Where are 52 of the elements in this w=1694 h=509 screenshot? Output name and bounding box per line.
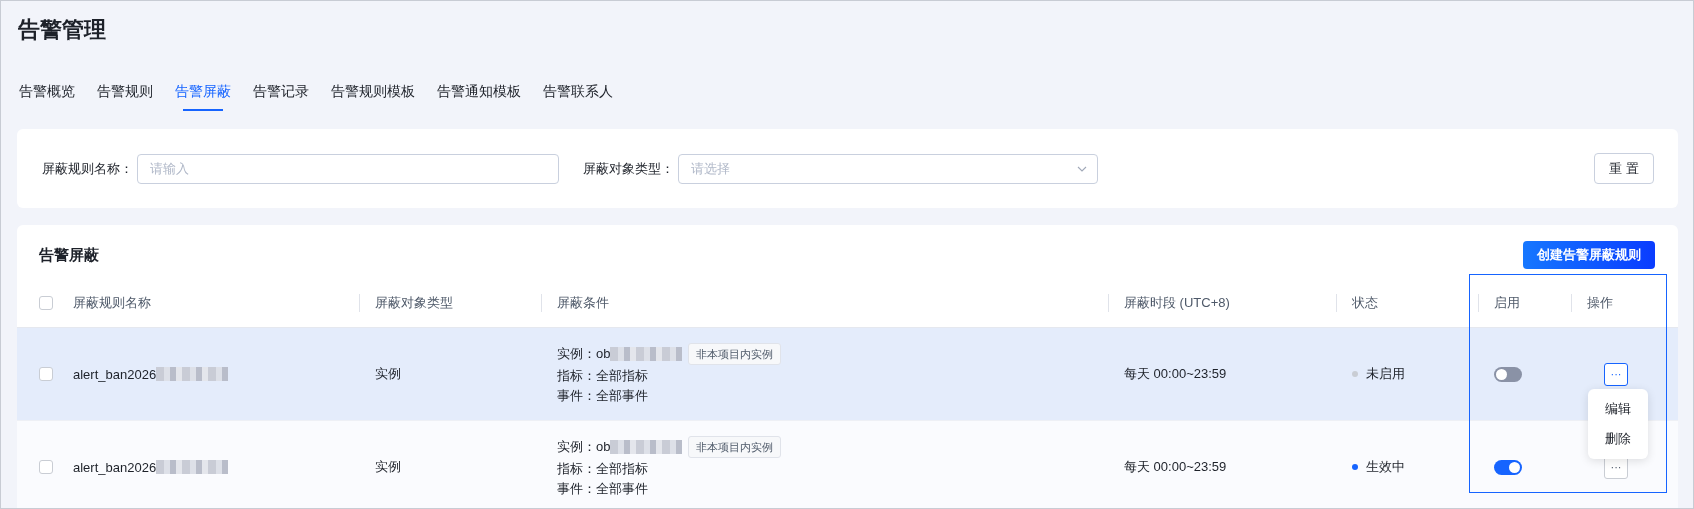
condition-label: 实例：: [557, 438, 596, 456]
condition-value: ob: [596, 438, 611, 456]
condition-label: 事件：: [557, 480, 596, 498]
enable-toggle[interactable]: [1494, 366, 1522, 382]
tab[interactable]: 告警通知模板: [437, 51, 521, 111]
filter-label: 屏蔽规则名称：: [42, 159, 133, 178]
column-header: 状态: [1352, 294, 1378, 312]
menu-item[interactable]: 编辑: [1588, 394, 1648, 424]
column-header: 操作: [1587, 294, 1613, 312]
column-header: 屏蔽条件: [557, 294, 609, 312]
column-header: 屏蔽时段 (UTC+8): [1124, 294, 1230, 312]
scope-tag: 非本项目内实例: [688, 436, 782, 458]
enable-toggle[interactable]: [1494, 459, 1522, 475]
chevron-down-icon: [1077, 165, 1087, 172]
page-title: 告警管理: [17, 16, 107, 44]
condition-value: ob: [596, 345, 611, 363]
column-header: 屏蔽规则名称: [73, 294, 151, 312]
condition-value: 全部事件: [596, 387, 648, 405]
condition-value: 全部指标: [596, 367, 648, 385]
section-title: 告警屏蔽: [39, 245, 99, 265]
tab[interactable]: 告警概览: [19, 51, 75, 111]
condition-label: 指标：: [557, 367, 596, 385]
status-text: 未启用: [1366, 365, 1405, 383]
object-type: 实例: [375, 365, 401, 383]
rule-name-input[interactable]: 请输入: [137, 153, 559, 184]
tab[interactable]: 告警规则: [97, 51, 153, 111]
row-checkbox[interactable]: [39, 367, 53, 381]
condition-label: 实例：: [557, 345, 596, 363]
rule-name: alert_ban2026: [73, 459, 157, 475]
time-period: 每天 00:00~23:59: [1124, 458, 1227, 476]
tab[interactable]: 告警记录: [253, 51, 309, 111]
tab[interactable]: 告警联系人: [543, 51, 613, 111]
time-period: 每天 00:00~23:59: [1124, 365, 1227, 383]
column-header: 启用: [1494, 294, 1520, 312]
filter-label: 屏蔽对象类型：: [583, 159, 674, 178]
status-text: 生效中: [1366, 458, 1405, 476]
select-all-checkbox[interactable]: [39, 296, 53, 310]
condition-value: 全部事件: [596, 480, 648, 498]
more-actions-button[interactable]: ···: [1604, 362, 1628, 386]
rule-name: alert_ban2026: [73, 366, 157, 382]
menu-item[interactable]: 删除: [1588, 424, 1648, 454]
condition-label: 指标：: [557, 460, 596, 478]
tab[interactable]: 告警屏蔽: [175, 51, 231, 111]
row-checkbox[interactable]: [39, 460, 53, 474]
reset-button[interactable]: 重 置: [1594, 153, 1654, 184]
column-header: 屏蔽对象类型: [375, 294, 453, 312]
object-type: 实例: [375, 458, 401, 476]
tab[interactable]: 告警规则模板: [331, 51, 415, 111]
scope-tag: 非本项目内实例: [688, 343, 782, 365]
create-rule-button[interactable]: 创建告警屏蔽规则: [1523, 241, 1655, 269]
condition-value: 全部指标: [596, 460, 648, 478]
condition-label: 事件：: [557, 387, 596, 405]
